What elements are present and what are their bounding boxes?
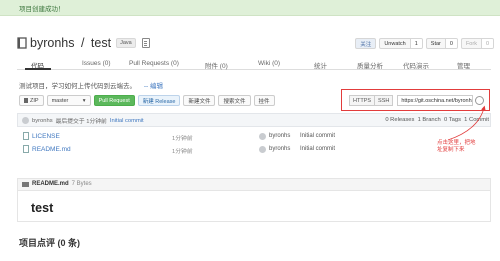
tab-quality[interactable]: 质量分析 xyxy=(357,60,383,70)
file-author[interactable]: byronhs xyxy=(269,146,290,152)
language-badge: Java xyxy=(116,38,136,48)
repo-description: 测试项目，学习如何上传代码到云端去。 -- 编辑 xyxy=(19,80,163,90)
commit-message-link[interactable]: Initial commit xyxy=(110,118,144,124)
document-icon[interactable] xyxy=(141,38,150,48)
fork-count: 0 xyxy=(480,39,493,48)
repo-title: byronhs / test Java xyxy=(17,36,150,50)
branch-select[interactable]: master ▾ xyxy=(46,95,91,106)
file-commit-message[interactable]: Initial commit xyxy=(300,133,335,139)
success-message: 项目创建成功！ xyxy=(19,6,65,13)
readme-filename: README.md xyxy=(32,181,69,187)
new-file-button[interactable]: 新建文件 xyxy=(183,95,216,106)
file-list: LICENSE 1分钟前 byronhs Initial commit READ… xyxy=(17,130,491,156)
copy-icon[interactable] xyxy=(475,96,485,105)
file-link[interactable]: README.md xyxy=(32,146,71,153)
avatar xyxy=(259,132,266,140)
description-text: 测试项目，学习如何上传代码到云端去。 xyxy=(19,83,136,90)
readme-body xyxy=(17,190,491,222)
tab-issues[interactable]: Issues (0) xyxy=(82,60,111,67)
repo-name-link[interactable]: test xyxy=(91,36,111,50)
upload-button[interactable]: 挂件 xyxy=(253,95,275,106)
file-commit-message[interactable]: Initial commit xyxy=(300,146,335,152)
avatar xyxy=(259,145,266,153)
https-toggle[interactable]: HTTPS xyxy=(349,95,376,106)
repo-owner-link[interactable]: byronhs xyxy=(30,36,74,50)
edit-description-link[interactable]: -- 编辑 xyxy=(144,83,163,90)
tab-demo[interactable]: 代码演示 xyxy=(403,60,429,70)
repo-separator: / xyxy=(77,36,88,50)
watch-button[interactable]: 关注 xyxy=(355,38,377,49)
unwatch-count: 1 xyxy=(409,39,422,48)
zip-download-button[interactable]: ZIP xyxy=(19,95,44,106)
annotation-text: 点击这里，把地址复制下来 xyxy=(437,140,476,153)
latest-commit-info: byronhs 最后提交于 1分钟前 Initial commit xyxy=(22,116,144,125)
tab-stats[interactable]: 统计 xyxy=(314,60,327,70)
repo-stats[interactable]: 0 Releases 1 Branch 0 Tags 1 Commit xyxy=(385,117,489,123)
file-time: 1分钟前 xyxy=(172,136,193,142)
tab-attachments[interactable]: 附件 (0) xyxy=(205,60,228,70)
file-time: 1分钟前 xyxy=(172,149,193,155)
star-button[interactable]: Star 0 xyxy=(425,38,458,49)
readme-title: README.md 7 Bytes xyxy=(22,181,92,187)
success-banner: 项目创建成功！ xyxy=(0,0,500,16)
commit-prefix: 最后提交于 1分钟前 xyxy=(55,119,107,125)
tab-admin[interactable]: 管理 xyxy=(457,60,470,70)
unwatch-button[interactable]: Unwatch 1 xyxy=(379,38,423,49)
clone-url-input[interactable]: https://git.oschina.net/byronhs/test.git xyxy=(397,95,474,106)
comments-title: 项目点评 (0 条) xyxy=(19,238,81,248)
book-icon xyxy=(22,181,29,187)
chevron-down-icon: ▾ xyxy=(82,97,86,104)
tab-pull-requests[interactable]: Pull Requests (0) xyxy=(129,60,179,67)
active-tab-indicator xyxy=(25,68,51,70)
tab-wiki[interactable]: Wiki (0) xyxy=(258,60,280,67)
new-release-button[interactable]: 新建 Release xyxy=(137,95,181,106)
file-icon xyxy=(23,145,29,153)
commit-author[interactable]: byronhs xyxy=(32,118,53,124)
avatar xyxy=(22,117,29,124)
repo-tabs: 代码 Issues (0) Pull Requests (0) 附件 (0) W… xyxy=(17,57,491,70)
fork-button[interactable]: Fork 0 xyxy=(460,38,494,49)
repo-actions: 关注 Unwatch 1 Star 0 Fork 0 xyxy=(355,38,494,49)
file-link[interactable]: LICENSE xyxy=(32,133,60,140)
pull-request-button[interactable]: Pull Request xyxy=(93,95,135,106)
table-row: LICENSE 1分钟前 byronhs Initial commit xyxy=(17,130,491,143)
search-file-button[interactable]: 搜索文件 xyxy=(218,95,251,106)
file-icon xyxy=(23,132,29,140)
file-author[interactable]: byronhs xyxy=(269,133,290,139)
readme-heading: test xyxy=(31,201,54,215)
ssh-toggle[interactable]: SSH xyxy=(375,95,394,106)
clone-url-group: HTTPS SSH https://git.oschina.net/byronh… xyxy=(349,95,485,106)
readme-size: 7 Bytes xyxy=(71,181,92,187)
star-count: 0 xyxy=(444,39,457,48)
table-row: README.md 1分钟前 byronhs Initial commit xyxy=(17,143,491,156)
code-toolbar: ZIP master ▾ Pull Request 新建 Release 新建文… xyxy=(19,95,275,106)
repo-icon xyxy=(17,37,27,49)
download-icon xyxy=(24,98,28,103)
